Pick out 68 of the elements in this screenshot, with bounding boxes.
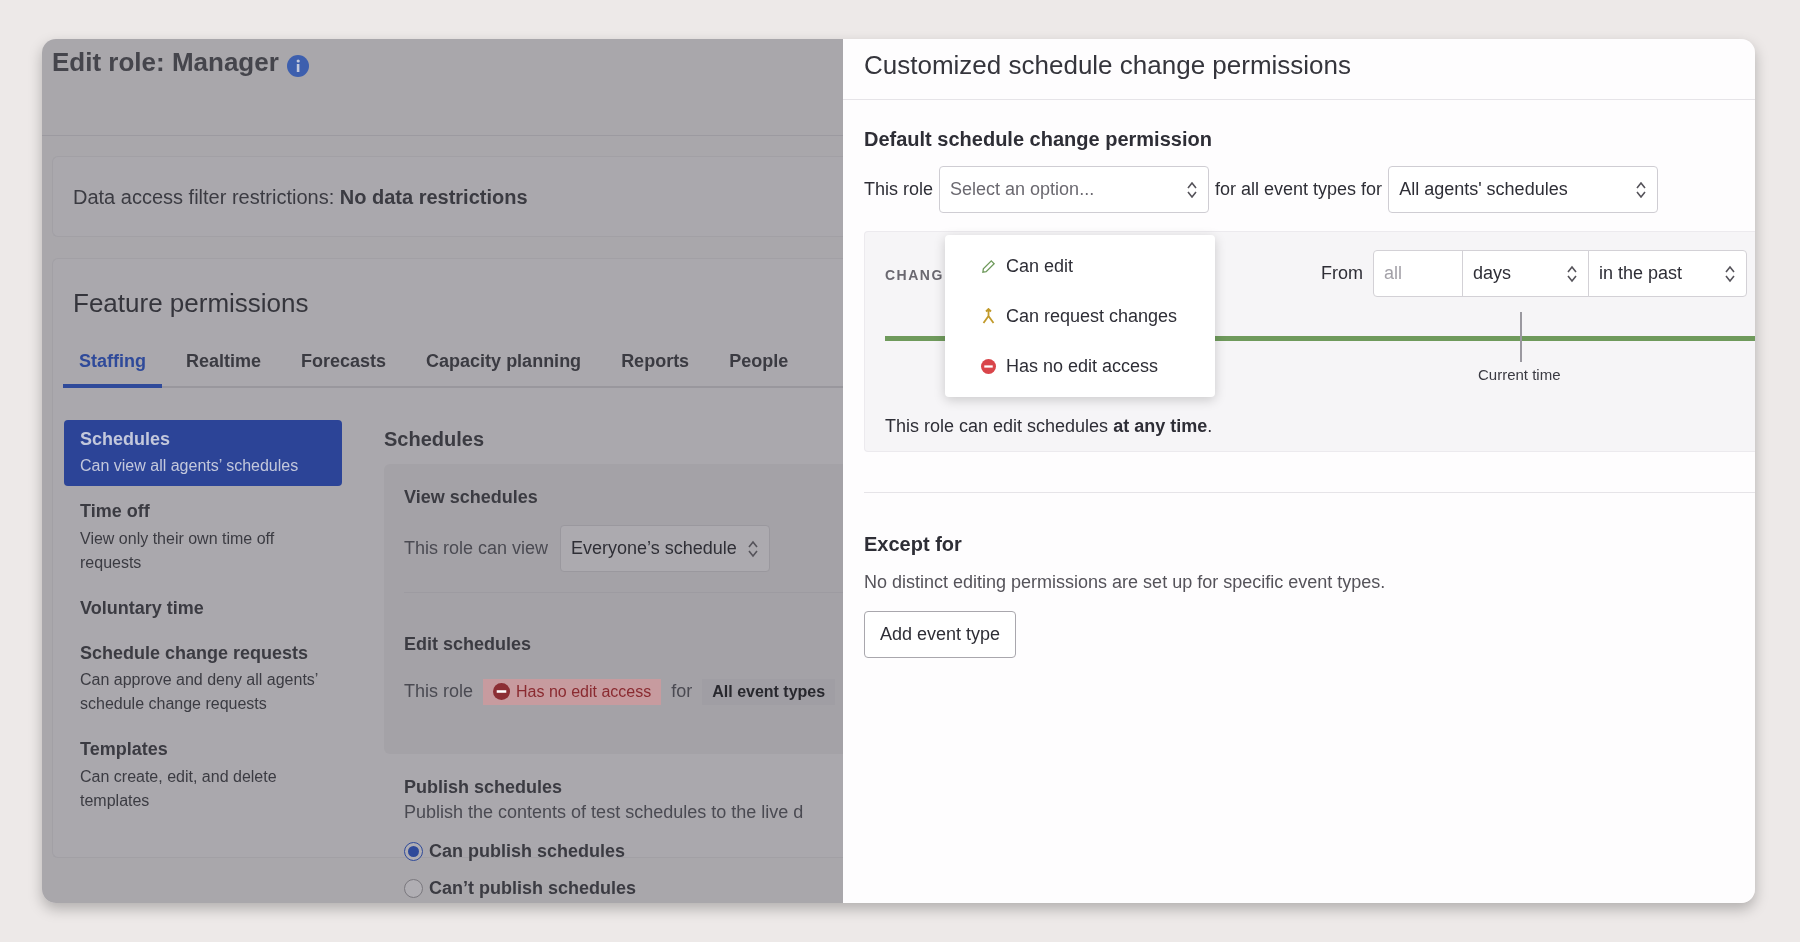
- window-summary: This role can edit schedules at any time.: [885, 415, 1214, 438]
- pencil-icon: [981, 258, 996, 274]
- current-time-label: Current time: [1478, 366, 1561, 383]
- scope-select[interactable]: All agents' schedules: [1388, 166, 1659, 213]
- default-permission-title: Default schedule change permission: [864, 127, 1213, 152]
- sidebar-item-title: Schedules: [80, 427, 172, 451]
- up-down-chevron-icon: [746, 538, 759, 559]
- permission-select[interactable]: Select an option...: [939, 166, 1210, 213]
- tab[interactable]: Forecasts: [285, 350, 403, 388]
- subsection-title: Schedules: [384, 426, 486, 452]
- current-time-marker: [1520, 312, 1522, 362]
- split-arrow-icon: [981, 308, 996, 324]
- info-icon[interactable]: [286, 55, 309, 77]
- direction-select[interactable]: in the past: [1588, 250, 1747, 297]
- add-event-type-button[interactable]: Add event type: [864, 611, 1017, 659]
- menu-item[interactable]: Can edit: [945, 241, 1215, 291]
- no-access-tag: Has no edit access: [483, 678, 662, 705]
- radio-icon[interactable]: [404, 841, 423, 861]
- except-title: Except for: [864, 532, 963, 557]
- role-label: This role: [864, 177, 934, 201]
- minus-circle-icon: [493, 683, 511, 701]
- menu-item[interactable]: Can request changes: [945, 291, 1215, 341]
- menu-item[interactable]: Has no edit access: [945, 341, 1215, 391]
- up-down-chevron-icon: [1635, 179, 1648, 200]
- sidebar-item-title: Templates: [80, 738, 169, 762]
- radio-icon[interactable]: [404, 878, 423, 898]
- except-description: No distinct editing permissions are set up for specific event types.: [864, 571, 1387, 594]
- view-select[interactable]: Everyone’s schedule: [560, 525, 770, 573]
- sidebar-item-description: View only their own time off requests: [80, 528, 276, 573]
- amount-input[interactable]: all: [1373, 250, 1463, 297]
- sidebar-item[interactable]: Time off View only their own time off requests: [64, 492, 342, 583]
- sidebar-item-title: Voluntary time: [80, 596, 205, 620]
- event-types-tag: All event types: [702, 678, 836, 705]
- tab[interactable]: Realtime: [170, 350, 278, 388]
- sidebar-item-title: Schedule change requests: [80, 641, 310, 665]
- scope-label: for all event types for: [1215, 177, 1383, 201]
- data-access-text: Data access filter restrictions: No data restrictions: [73, 184, 528, 210]
- publish-description: Publish the contents of test schedules to the live d: [404, 801, 805, 825]
- publish-title: Publish schedules: [404, 775, 564, 799]
- sidebar-item-title: Time off: [80, 500, 151, 524]
- minus-circle-icon: [981, 358, 996, 374]
- section-title: Feature permissions: [73, 287, 310, 320]
- sidebar-item-description: Can create, edit, and delete templates: [80, 766, 278, 811]
- edit-title: Edit schedules: [404, 633, 533, 657]
- view-label: This role can view: [404, 537, 549, 560]
- sidebar-item-description: Can approve and deny all agents’ schedule change requests: [80, 670, 319, 715]
- edit-label: This role: [404, 679, 474, 703]
- window-label: CHANG: [885, 266, 944, 285]
- sidebar-item-description: Can view all agents’ schedules: [80, 456, 300, 477]
- sidebar-item[interactable]: Schedules Can view all agents’ schedules: [64, 419, 342, 487]
- from-label: From: [1321, 261, 1363, 285]
- page-title: Edit role: Manager: [52, 47, 279, 78]
- up-down-chevron-icon: [1566, 263, 1578, 284]
- view-title: View schedules: [404, 485, 539, 509]
- drawer-title: Customized schedule change permissions: [864, 49, 1353, 82]
- sidebar-item[interactable]: Voluntary time: [64, 588, 342, 628]
- unit-select[interactable]: days: [1462, 250, 1589, 297]
- radio-option[interactable]: Can publish schedules: [404, 840, 843, 862]
- radio-option[interactable]: Can’t publish schedules: [404, 877, 843, 899]
- sidebar-item[interactable]: Templates Can create, edit, and delete templates: [64, 730, 342, 821]
- sidebar-item[interactable]: Schedule change requests Can approve and deny all agents’ schedule change requests: [64, 633, 342, 725]
- tab[interactable]: Capacity planning: [410, 350, 598, 388]
- tab[interactable]: Reports: [605, 350, 706, 388]
- tab[interactable]: Staffing: [63, 350, 162, 388]
- up-down-chevron-icon: [1186, 179, 1199, 200]
- edit-joiner: for: [671, 679, 693, 703]
- up-down-chevron-icon: [1724, 263, 1736, 284]
- tab[interactable]: People: [713, 350, 805, 388]
